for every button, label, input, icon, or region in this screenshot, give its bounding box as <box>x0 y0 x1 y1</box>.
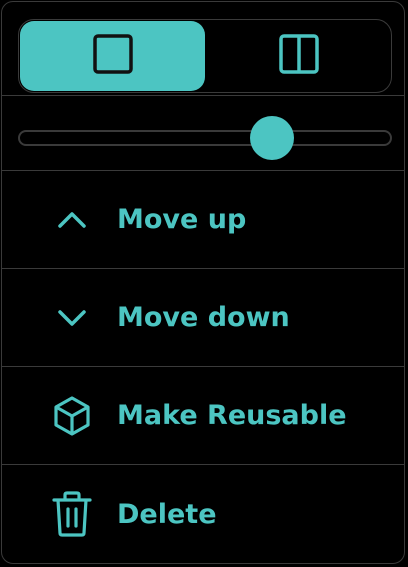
move-up-button[interactable]: Move up <box>2 171 404 269</box>
move-up-label: Move up <box>117 204 247 235</box>
single-layout-button[interactable] <box>20 21 205 91</box>
chevron-down-icon <box>50 296 94 340</box>
make-reusable-label: Make Reusable <box>117 400 347 431</box>
context-panel: Move up Move down Make Reusable Delete <box>1 1 405 564</box>
make-reusable-button[interactable]: Make Reusable <box>2 367 404 465</box>
single-pane-icon <box>92 33 134 80</box>
cube-icon <box>50 394 94 438</box>
slider-track[interactable] <box>18 130 392 146</box>
slider-thumb[interactable] <box>250 116 295 160</box>
move-down-button[interactable]: Move down <box>2 269 404 367</box>
delete-label: Delete <box>117 498 217 530</box>
split-layout-button[interactable] <box>206 21 391 91</box>
size-slider-row <box>2 95 404 171</box>
move-down-label: Move down <box>117 302 290 333</box>
chevron-up-icon <box>50 198 94 242</box>
delete-button[interactable]: Delete <box>2 465 404 563</box>
trash-icon <box>50 491 94 537</box>
split-pane-icon <box>278 33 320 80</box>
layout-toggle <box>18 19 392 93</box>
